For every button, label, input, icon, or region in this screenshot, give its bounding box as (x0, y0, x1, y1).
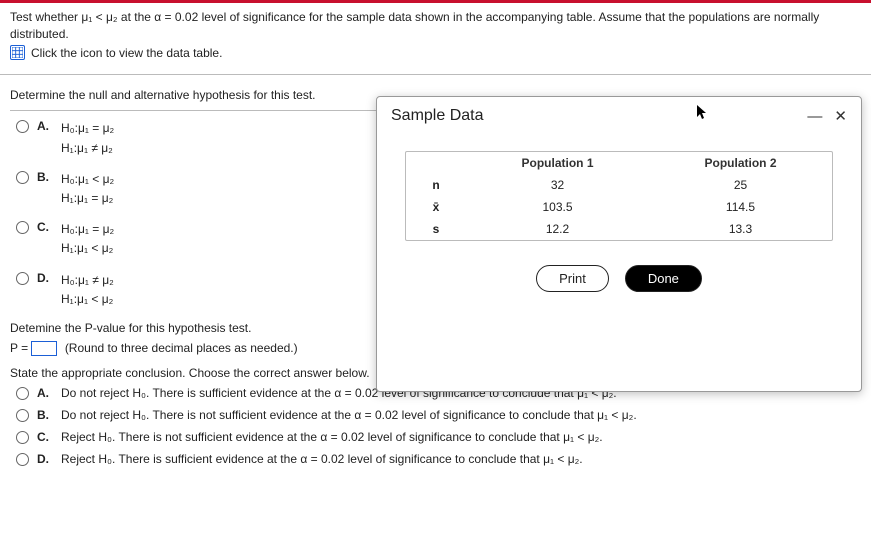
option-b-body: H₀:μ₁ < μ₂H₁:μ₁ = μ₂ (61, 170, 114, 208)
problem-statement: Test whether μ₁ < μ₂ at the α = 0.02 lev… (10, 9, 861, 43)
option-label: A. (37, 386, 53, 400)
table-row: s 12.2 13.3 (406, 218, 832, 240)
table-row: x̄ 103.5 114.5 (406, 196, 832, 218)
option-d-body: H₀:μ₁ ≠ μ₂H₁:μ₁ < μ₂ (61, 271, 114, 309)
table-row: n 32 25 (406, 174, 832, 196)
option-label: B. (37, 408, 53, 422)
view-table-link[interactable]: Click the icon to view the data table. (31, 45, 222, 62)
close-icon[interactable]: ✕ (834, 107, 847, 125)
conc-c-text: Reject H₀. There is not sufficient evide… (61, 430, 603, 444)
sample-data-modal: Sample Data — ✕ Population 1 Population … (376, 96, 862, 392)
col-pop1: Population 1 (466, 152, 649, 174)
done-button[interactable]: Done (625, 265, 702, 292)
radio-q1-b[interactable] (16, 171, 29, 184)
minimize-icon[interactable]: — (807, 108, 822, 125)
option-label: C. (37, 430, 53, 444)
radio-conc-d[interactable] (16, 453, 29, 466)
conc-b-text: Do not reject H₀. There is not sufficien… (61, 408, 637, 422)
data-table-icon[interactable] (10, 45, 25, 60)
option-label: A. (37, 119, 53, 133)
modal-title: Sample Data (391, 107, 484, 125)
option-label: C. (37, 220, 53, 234)
option-a-body: H₀:μ₁ = μ₂H₁:μ₁ ≠ μ₂ (61, 119, 114, 157)
radio-conc-a[interactable] (16, 387, 29, 400)
col-pop2: Population 2 (649, 152, 832, 174)
table-header-row: Population 1 Population 2 (406, 152, 832, 174)
radio-conc-b[interactable] (16, 409, 29, 422)
pvalue-input[interactable] (31, 341, 57, 356)
option-c-body: H₀:μ₁ = μ₂H₁:μ₁ < μ₂ (61, 220, 114, 258)
conc-d-text: Reject H₀. There is sufficient evidence … (61, 452, 583, 466)
option-label: B. (37, 170, 53, 184)
option-label: D. (37, 452, 53, 466)
sample-data-table: Population 1 Population 2 n 32 25 x̄ 103… (405, 151, 833, 241)
radio-q1-c[interactable] (16, 221, 29, 234)
print-button[interactable]: Print (536, 265, 609, 292)
radio-conc-c[interactable] (16, 431, 29, 444)
pvalue-note: (Round to three decimal places as needed… (65, 341, 298, 355)
pvalue-prefix: P = (10, 341, 31, 355)
radio-q1-d[interactable] (16, 272, 29, 285)
radio-q1-a[interactable] (16, 120, 29, 133)
option-label: D. (37, 271, 53, 285)
